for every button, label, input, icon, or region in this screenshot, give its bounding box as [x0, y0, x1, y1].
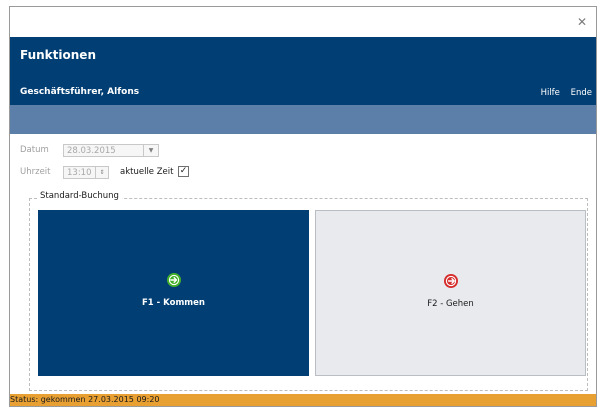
app-window: ✕ Funktionen Geschäftsführer, Alfons Hil…	[9, 6, 597, 407]
time-stepper[interactable]: 13:10 ⇕	[63, 166, 109, 179]
status-bar: Status: gekommen 27.03.2015 09:20	[10, 394, 596, 406]
arrow-right-circle-icon	[166, 273, 181, 287]
header-bar: Funktionen Geschäftsführer, Alfons Hilfe…	[10, 37, 596, 105]
date-row: Datum 28.03.2015 ▼	[20, 144, 220, 158]
exit-link[interactable]: Ende	[571, 88, 592, 98]
chevron-down-icon[interactable]: ▼	[143, 145, 158, 156]
header-links: Hilfe Ende	[533, 88, 592, 98]
spin-arrows-icon[interactable]: ⇕	[95, 167, 108, 178]
exit-circle-icon	[443, 274, 458, 288]
user-name: Geschäftsführer, Alfons	[20, 87, 140, 97]
checkmark-icon: ✓	[179, 166, 188, 176]
close-icon: ✕	[576, 15, 588, 29]
app-title: Funktionen	[20, 48, 96, 62]
time-row: Uhrzeit 13:10 ⇕ aktuelle Zeit ✓	[20, 166, 220, 180]
time-label: Uhrzeit	[20, 167, 51, 177]
title-bar: ✕	[10, 7, 596, 37]
current-time-checkbox[interactable]: ✓	[178, 166, 189, 177]
date-value: 28.03.2015	[67, 146, 116, 156]
clock-in-button[interactable]: F1 - Kommen	[38, 210, 309, 376]
status-text: Status: gekommen 27.03.2015 09:20	[10, 395, 160, 404]
date-label: Datum	[20, 145, 49, 155]
date-picker[interactable]: 28.03.2015 ▼	[63, 144, 159, 157]
clock-out-button[interactable]: F2 - Gehen	[315, 210, 586, 376]
time-value: 13:10	[67, 168, 92, 178]
clock-out-label: F2 - Gehen	[427, 299, 474, 309]
standard-booking-label: Standard-Buchung	[37, 191, 122, 201]
sub-header-bar	[10, 105, 596, 134]
help-link[interactable]: Hilfe	[541, 88, 560, 98]
current-time-label: aktuelle Zeit	[120, 167, 174, 177]
close-window-button[interactable]: ✕	[572, 13, 592, 31]
clock-in-label: F1 - Kommen	[142, 298, 205, 308]
